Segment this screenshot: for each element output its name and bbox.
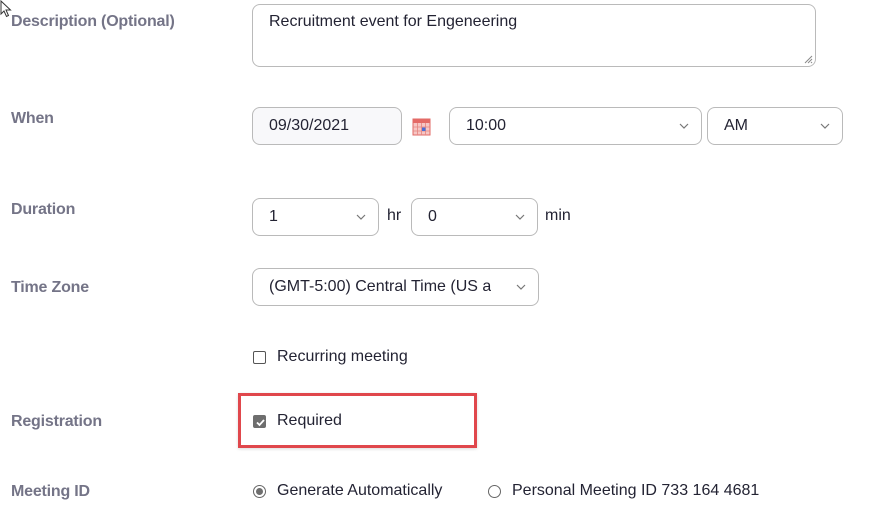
- recurring-meeting-option[interactable]: Recurring meeting: [253, 348, 408, 366]
- minutes-unit-label: min: [545, 207, 571, 224]
- recurring-meeting-label: Recurring meeting: [277, 348, 408, 365]
- personal-meeting-id-label: Personal Meeting ID 733 164 4681: [512, 482, 760, 499]
- time-value: 10:00: [466, 117, 507, 134]
- time-zone-label: Time Zone: [11, 279, 89, 296]
- time-zone-value: (GMT-5:00) Central Time (US a: [269, 278, 492, 295]
- chevron-down-icon: [516, 284, 526, 290]
- ampm-value: AM: [724, 117, 748, 134]
- chevron-down-icon: [679, 123, 689, 129]
- generate-automatically-radio[interactable]: [253, 484, 266, 498]
- registration-required-label: Required: [277, 412, 342, 429]
- chevron-down-icon: [515, 214, 525, 220]
- description-label: Description (Optional): [11, 13, 175, 30]
- date-input[interactable]: 09/30/2021: [252, 107, 402, 145]
- generate-automatically-label: Generate Automatically: [277, 482, 443, 499]
- checkmark-icon: [256, 418, 265, 426]
- meeting-id-personal-option[interactable]: Personal Meeting ID 733 164 4681: [488, 482, 759, 500]
- registration-required-option[interactable]: Required: [253, 412, 342, 430]
- ampm-select[interactable]: AM: [707, 107, 843, 145]
- meeting-id-generate-option[interactable]: Generate Automatically: [253, 482, 442, 500]
- hours-unit-label: hr: [387, 207, 402, 224]
- personal-meeting-id-radio[interactable]: [488, 484, 501, 498]
- duration-hours-value: 1: [269, 208, 278, 225]
- recurring-meeting-checkbox[interactable]: [253, 350, 266, 364]
- date-value: 09/30/2021: [269, 117, 350, 134]
- registration-label: Registration: [11, 413, 102, 430]
- when-label: When: [11, 110, 54, 127]
- description-textarea[interactable]: Recruitment event for Engeneering: [252, 4, 816, 67]
- duration-minutes-select[interactable]: 0: [411, 198, 538, 236]
- chevron-down-icon: [356, 214, 366, 220]
- registration-required-checkbox[interactable]: [253, 414, 266, 428]
- description-text: Recruitment event for Engeneering: [269, 13, 518, 30]
- calendar-icon[interactable]: [412, 117, 431, 136]
- time-zone-select[interactable]: (GMT-5:00) Central Time (US a: [252, 268, 539, 306]
- meeting-id-label: Meeting ID: [11, 483, 90, 500]
- duration-hours-select[interactable]: 1: [252, 198, 379, 236]
- resize-grip-icon[interactable]: [804, 55, 813, 64]
- duration-minutes-value: 0: [428, 208, 437, 225]
- duration-label: Duration: [11, 201, 76, 218]
- time-select[interactable]: 10:00: [449, 107, 702, 145]
- chevron-down-icon: [820, 123, 830, 129]
